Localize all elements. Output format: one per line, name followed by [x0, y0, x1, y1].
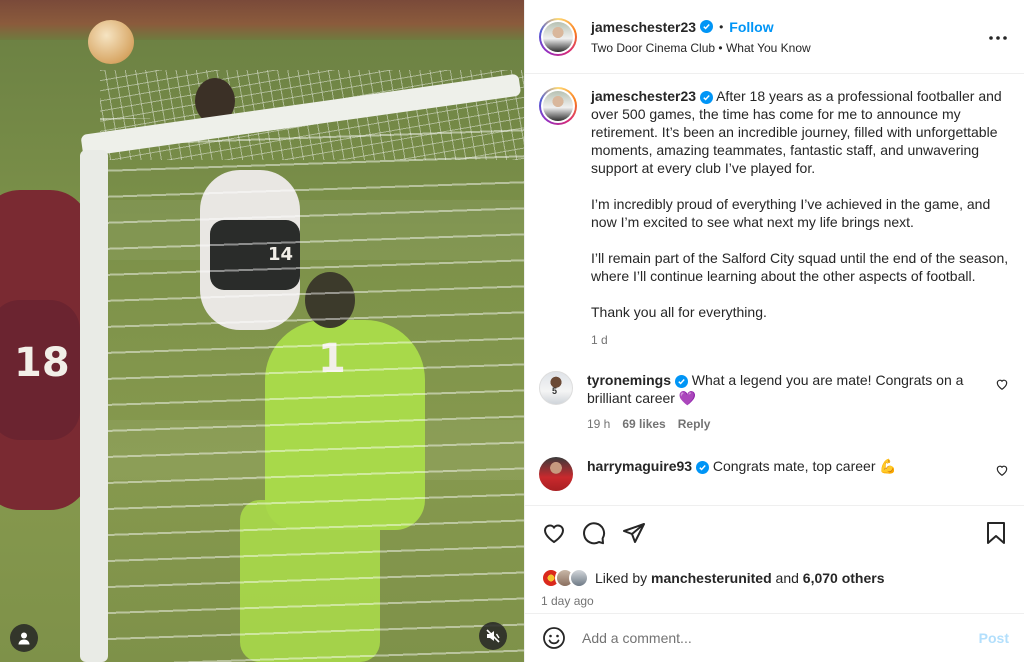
audio-info[interactable]: Two Door Cinema Club • What You Know [591, 41, 811, 55]
add-comment-bar: Post [525, 613, 1024, 662]
more-options-button[interactable] [986, 26, 1010, 50]
comment-likes[interactable]: 69 likes [622, 415, 665, 433]
verified-badge-icon [695, 461, 709, 474]
comment-like-heart-icon[interactable] [995, 463, 1009, 477]
author-avatar[interactable] [539, 17, 577, 56]
save-button[interactable] [983, 520, 1009, 546]
heart-icon [543, 524, 565, 544]
liker-avatars[interactable] [541, 568, 589, 588]
comment-text: Congrats mate, top career 💪 [712, 458, 897, 474]
commenter-username[interactable]: tyronemings [587, 372, 671, 388]
reply-button[interactable]: Reply [678, 415, 711, 433]
caption-username[interactable]: jameschester23 [591, 88, 696, 104]
post-video[interactable]: 14 18 1 [0, 0, 524, 662]
post-comment-button[interactable]: Post [979, 630, 1009, 646]
commenter-username[interactable]: harrymaguire93 [587, 458, 692, 474]
comment-button[interactable] [581, 520, 607, 546]
comment-bubble-icon [583, 522, 606, 545]
like-button[interactable] [541, 520, 567, 546]
caption-author-avatar[interactable] [539, 87, 577, 125]
audio-artist: Two Door Cinema Club [591, 40, 716, 55]
stadium-crowd [0, 0, 524, 40]
commenter-avatar[interactable]: 5 [539, 371, 573, 405]
author-username[interactable]: jameschester23 [591, 19, 696, 35]
speaker-muted-icon [486, 629, 500, 643]
audio-track: What You Know [725, 40, 811, 55]
comment-input[interactable] [582, 630, 979, 646]
more-horizontal-icon [989, 36, 1007, 40]
caption-age[interactable]: 1 d [591, 331, 608, 349]
mute-button[interactable] [479, 622, 507, 650]
caption-paragraph: I’m incredibly proud of everything I’ve … [591, 196, 991, 230]
commenter-avatar[interactable] [539, 457, 573, 491]
liked-by-conjunction: and [775, 570, 799, 586]
liked-by-others[interactable]: 6,070 others [803, 570, 885, 586]
share-button[interactable] [621, 520, 647, 546]
bookmark-icon [987, 522, 1005, 544]
liked-by-user[interactable]: manchesterunited [651, 570, 772, 586]
football [88, 20, 134, 64]
caption-paragraph: I’ll remain part of the Salford City squ… [591, 250, 1009, 284]
comment-item: harrymaguire93 Congrats mate, top career… [539, 457, 1009, 491]
post-caption: jameschester23 After 18 years as a profe… [539, 87, 1009, 371]
goal-post [80, 150, 108, 662]
separator: • [719, 19, 724, 34]
comment-age[interactable]: 19 h [587, 415, 610, 433]
comments-list[interactable]: jameschester23 After 18 years as a profe… [525, 75, 1024, 505]
avatar-image [543, 91, 573, 121]
liked-by-label: Liked by [595, 570, 648, 586]
comment-like-heart-icon[interactable] [995, 377, 1009, 391]
emoji-icon[interactable] [542, 626, 566, 650]
follow-button[interactable]: Follow [729, 19, 773, 35]
caption-paragraph: Thank you all for everything. [591, 304, 767, 320]
post-details-panel: jameschester23 • Follow Two Door Cinema … [524, 0, 1024, 662]
goal-net [100, 118, 524, 662]
tagged-users-button[interactable] [10, 624, 38, 652]
post-header: jameschester23 • Follow Two Door Cinema … [525, 0, 1024, 74]
avatar-image [543, 21, 573, 52]
likes-summary: Liked by manchesterunited and 6,070 othe… [541, 568, 1009, 588]
jersey-number: 5 [552, 386, 558, 396]
verified-badge-icon [700, 20, 714, 33]
post-actions: Liked by manchesterunited and 6,070 othe… [525, 505, 1024, 608]
verified-badge-icon [699, 91, 713, 104]
jersey-number: 18 [14, 340, 70, 386]
liker-avatar [569, 568, 589, 588]
paper-plane-icon [623, 523, 645, 543]
user-icon [18, 632, 30, 645]
post-timestamp[interactable]: 1 day ago [541, 594, 1009, 608]
verified-badge-icon [674, 375, 688, 388]
comment-item: 5 tyronemings What a legend you are mate… [539, 371, 1009, 433]
audio-separator: • [718, 40, 723, 55]
